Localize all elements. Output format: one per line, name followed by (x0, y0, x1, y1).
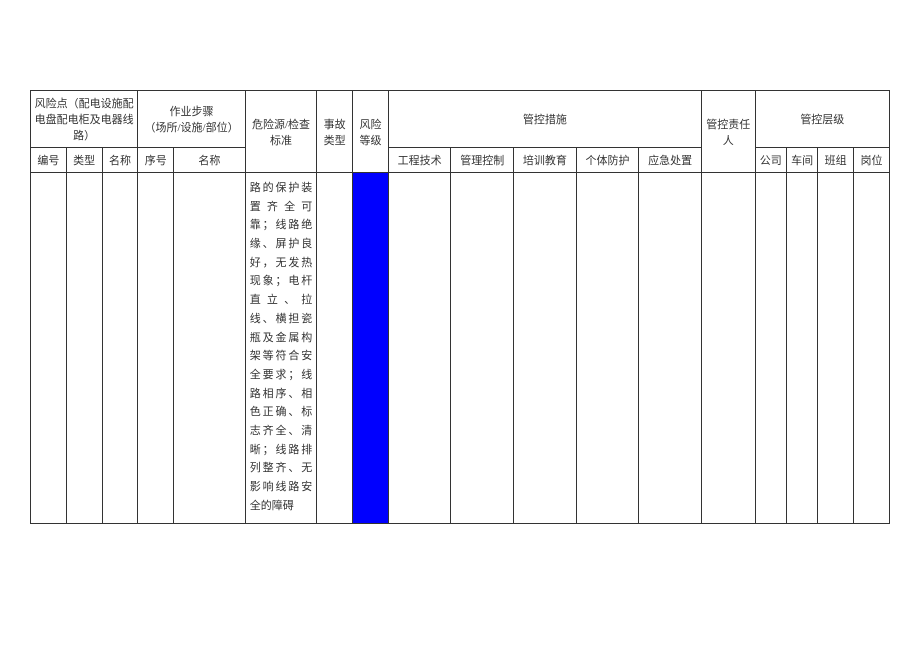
cell-m-ppe (576, 173, 639, 524)
header-accident: 事故类型 (317, 91, 353, 173)
cell-hazard: 路的保护装置齐全可靠；线路绝缘、屏护良好，无发热现象；电杆直立、拉线、横担瓷瓶及… (245, 173, 317, 524)
header-l-team: 班组 (818, 148, 854, 173)
header-l-workshop: 车间 (786, 148, 817, 173)
cell-l-post (854, 173, 890, 524)
header-rp-no: 编号 (31, 148, 67, 173)
cell-m-train (514, 173, 577, 524)
header-m-ppe: 个体防护 (576, 148, 639, 173)
header-measures: 管控措施 (388, 91, 701, 148)
header-l-company: 公司 (755, 148, 786, 173)
cell-rp-name (102, 173, 138, 524)
cell-rp-type (66, 173, 102, 524)
header-m-eng: 工程技术 (388, 148, 451, 173)
cell-l-workshop (786, 173, 817, 524)
header-risk-point: 风险点（配电设施配电盘配电柜及电器线路） (31, 91, 138, 148)
header-rp-name: 名称 (102, 148, 138, 173)
header-m-emerg: 应急处置 (639, 148, 702, 173)
header-rp-type: 类型 (66, 148, 102, 173)
cell-responsible (701, 173, 755, 524)
cell-m-eng (388, 173, 451, 524)
header-work-step: 作业步骤 （场所/设施/部位） (138, 91, 245, 148)
header-ws-name: 名称 (174, 148, 246, 173)
cell-m-emerg (639, 173, 702, 524)
header-m-mgmt: 管理控制 (451, 148, 514, 173)
header-responsible: 管控责任人 (701, 91, 755, 173)
cell-l-team (818, 173, 854, 524)
cell-m-mgmt (451, 173, 514, 524)
header-hazard: 危险源/检查标准 (245, 91, 317, 173)
cell-l-company (755, 173, 786, 524)
header-ws-no: 序号 (138, 148, 174, 173)
cell-rp-no (31, 173, 67, 524)
header-risk-level: 风险等级 (353, 91, 389, 173)
header-levels: 管控层级 (755, 91, 889, 148)
header-l-post: 岗位 (854, 148, 890, 173)
risk-table: 风险点（配电设施配电盘配电柜及电器线路） 作业步骤 （场所/设施/部位） 危险源… (30, 90, 890, 524)
table-row: 路的保护装置齐全可靠；线路绝缘、屏护良好，无发热现象；电杆直立、拉线、横担瓷瓶及… (31, 173, 890, 524)
cell-ws-no (138, 173, 174, 524)
cell-ws-name (174, 173, 246, 524)
header-m-train: 培训教育 (514, 148, 577, 173)
cell-accident (317, 173, 353, 524)
cell-risk-level (353, 173, 389, 524)
risk-level-indicator (353, 303, 388, 523)
